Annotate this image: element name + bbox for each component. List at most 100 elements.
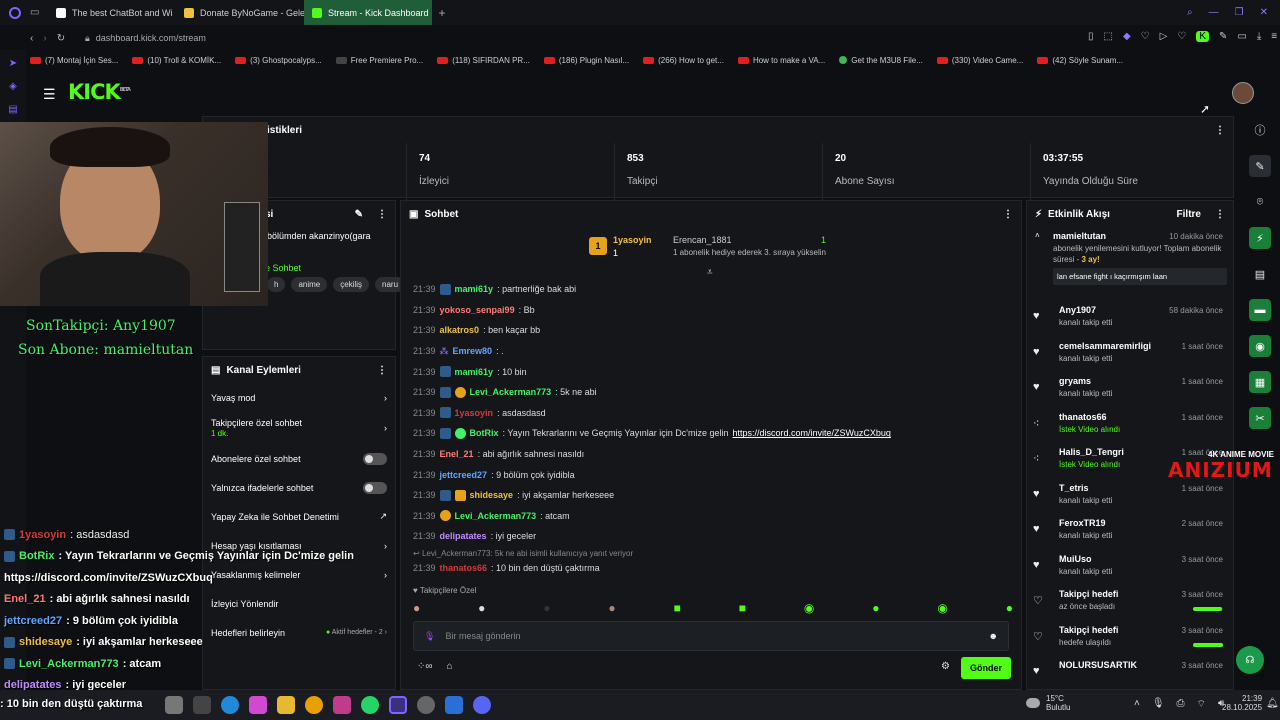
emote-icon[interactable]: ◉ [804,601,814,615]
msg-user[interactable]: mami61y [455,367,494,377]
whatsapp-icon[interactable] [361,696,379,714]
bookmark-item[interactable]: How to make a VA... [737,56,825,65]
extensions-icon[interactable]: ✎ [1219,31,1227,42]
chevron-up-icon[interactable]: ˄ [1134,698,1140,711]
msg-user[interactable]: shidesaye [470,490,514,500]
chat-message[interactable]: 21:39 ⁂ Emrew80: . [413,341,1013,362]
bookmark-item[interactable]: (7) Montaj İçin Ses... [30,56,118,65]
msg-user[interactable]: Levi_Ackerman773 [455,511,537,521]
slow-mode-item[interactable]: Yavaş mod › [203,383,395,412]
microphone-icon[interactable]: 🎙︎ [424,631,435,642]
instagram-icon[interactable] [333,696,351,714]
wifi-icon[interactable]: ⌔ [1197,698,1206,711]
info-icon[interactable]: ⓘ [1249,119,1271,141]
heart-icon[interactable]: ♡ [1141,31,1150,42]
infinity-icon[interactable]: ⁘∞ [417,661,433,672]
favorite-icon[interactable]: ♡ [1177,31,1186,42]
activity-item[interactable]: ♥ gryams kanalı takip etti 1 saat önce [1027,372,1233,408]
bookmark-item[interactable]: (3) Ghostpocalyps... [235,56,322,65]
browser-logo-icon[interactable] [0,6,30,19]
activity-item[interactable]: ⁖ thanatos66 İstek Video alındı 1 saat önce [1027,408,1233,444]
msg-link[interactable]: https://discord.com/invite/ZSWuzCXbuq [733,428,891,438]
download-icon[interactable]: ⤓ [1257,31,1261,42]
chat-message[interactable]: 21:39 1yasoyin: asdasdasd [413,403,1013,424]
bookmark-item[interactable]: (186) Plugin Nasıl... [543,56,629,65]
more-options-icon[interactable]: ⋮ [1215,125,1225,136]
sidebar-icon[interactable]: ▭ [1237,31,1246,42]
bookmark-item[interactable]: (42) Söyle Sunam... [1037,56,1123,65]
bolt-icon[interactable]: ⚡︎ [1249,227,1271,249]
file-explorer-icon[interactable] [277,696,295,714]
minimize-icon[interactable]: — [1209,7,1219,18]
emote-icon[interactable]: ● [478,601,485,615]
activity-item[interactable]: ♡ Takipçi hedefi hedefe ulaşıldı 3 saat önc… [1027,621,1233,657]
msg-user[interactable]: 1yasoyin [455,408,494,418]
edit-icon[interactable]: ✎ [1249,155,1271,177]
vscode-icon[interactable] [445,696,463,714]
bookmark-item[interactable]: (118) SIFIRDAN PR... [437,56,530,65]
mic-icon[interactable]: 🎙︎ [1152,698,1165,711]
emote-icon[interactable]: ● [543,601,550,615]
chat-input[interactable]: 🎙︎ Bir mesaj gönderin ☻ [413,621,1009,651]
scroll-down-icon[interactable]: ⩡ [707,267,713,278]
back-icon[interactable]: ‹ [30,33,33,44]
chat-message[interactable]: 21:39 BotRix: Yayın Tekrarlarını ve Geçmi… [413,423,1013,444]
emote-icon[interactable]: ● [872,601,879,615]
stream-tag[interactable]: çekiliş [333,277,370,292]
msg-user[interactable]: jettcreed27 [440,470,488,480]
activity-item[interactable]: ♥ Any1907 kanalı takip etti 58 dakika önce [1027,301,1233,337]
stream-category-link[interactable]: e Sohbet [265,263,395,273]
emote-icon[interactable]: ● [413,601,420,615]
discord-icon[interactable] [473,696,491,714]
send-icon[interactable]: ➤ [9,58,17,69]
emote-icon[interactable]: ■ [739,601,746,615]
screenshot-icon[interactable]: ⬚ [1104,31,1113,42]
kick-logo[interactable]: KICKBETA [68,80,131,104]
camera-icon[interactable]: ⌾ [1249,191,1271,213]
more-options-icon[interactable]: ⋮ [377,209,387,220]
obs-icon[interactable] [417,696,435,714]
emote-icon[interactable]: ● [1006,601,1013,615]
chat-message[interactable]: 21:39 yokoso_senpai99: Bb [413,300,1013,321]
emote-icon[interactable]: ■ [674,601,681,615]
msg-user[interactable]: alkatros0 [440,325,480,335]
tab-chatbot[interactable]: The best ChatBot and Wi [48,0,176,25]
chrome-icon[interactable] [305,696,323,714]
chat-bubble-icon[interactable]: ▬ [1249,299,1271,321]
wallet-icon[interactable]: ▤ [8,104,17,115]
layout-icon[interactable]: ▦ [1249,371,1271,393]
emote-icon[interactable]: ◉ [937,601,947,615]
wrench-icon[interactable]: ✂ [1249,407,1271,429]
notes-icon[interactable]: ▤ [1249,263,1271,285]
activity-item[interactable]: ♥ cemelsammaremirligi kanalı takip etti 1 s… [1027,337,1233,373]
support-icon[interactable]: ☊ [1236,646,1264,674]
play-icon[interactable]: ▷ [1160,31,1168,42]
reload-icon[interactable]: ↻ [57,33,65,44]
restore-icon[interactable]: ❐ [1235,7,1244,18]
hamburger-menu-icon[interactable]: ☰ [43,86,56,103]
search-tabs-icon[interactable]: ⌕ [1187,7,1193,18]
tab-overview-icon[interactable]: ▭ [30,7,48,18]
leader-user[interactable]: 1yasoyin [613,235,652,245]
settings-icon[interactable]: ⚙ [941,661,950,672]
chat-message[interactable]: 21:39 mami61y: partnerliğe bak abi [413,279,1013,300]
edit-icon[interactable]: ✎ [355,209,363,220]
chat-message[interactable]: 21:39 alkatros0: ben kaçar bb [413,320,1013,341]
printer-icon[interactable]: ⎙ [1177,698,1185,711]
avatar[interactable] [1232,82,1254,104]
chat-message[interactable]: 21:39 mami61y: 10 bin [413,361,1013,382]
chat-message[interactable]: 21:39 delipatates: iyi geceler [413,526,1013,547]
weather-widget[interactable]: 15°C Bulutlu [1026,694,1070,712]
opera-gx-icon[interactable] [389,696,407,714]
task-view-icon[interactable] [165,696,183,714]
desktop-icon[interactable] [193,696,211,714]
activity-item[interactable]: ♥ MuiUso kanalı takip etti 3 saat önce [1027,550,1233,586]
msg-user[interactable]: Emrew80 [453,346,493,356]
tab-donate[interactable]: Donate ByNoGame - Gele [176,0,304,25]
chat-message[interactable]: 21:39 Levi_Ackerman773: 5k ne abi [413,382,1013,403]
emotes-only-toggle[interactable] [363,481,387,494]
bookmark-item[interactable]: (266) How to get... [643,56,724,65]
chat-message[interactable]: 21:39 shidesaye: iyi akşamlar herkeseee [413,485,1013,506]
bookmark-item[interactable]: (330) Video Came... [936,56,1023,65]
notification-icon[interactable]: 🔔︎ [1266,698,1279,709]
